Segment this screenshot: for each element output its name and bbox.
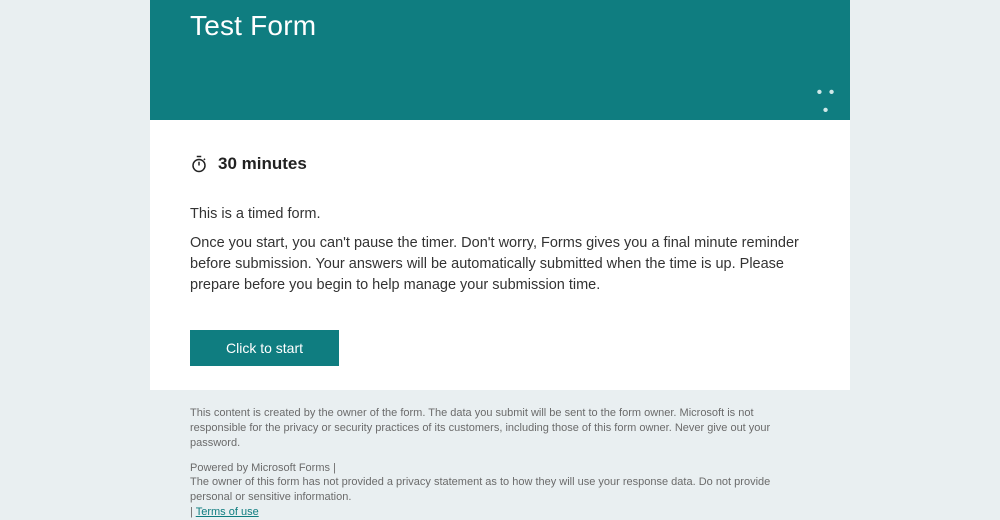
powered-by-label: Powered by Microsoft Forms: [190, 462, 330, 474]
stopwatch-icon: [190, 155, 208, 173]
timed-form-notice-1: This is a timed form.: [190, 204, 810, 225]
timed-form-notice-2: Once you start, you can't pause the time…: [190, 233, 810, 296]
more-options-button[interactable]: • • •: [812, 92, 840, 112]
form-title: Test Form: [190, 10, 810, 42]
form-footer: This content is created by the owner of …: [150, 390, 850, 520]
start-button[interactable]: Click to start: [190, 330, 339, 366]
pipe-divider: |: [333, 462, 336, 474]
form-body: 30 minutes This is a timed form. Once yo…: [150, 120, 850, 390]
more-icon: • • •: [812, 84, 840, 120]
form-header: Test Form • • •: [150, 0, 850, 120]
footer-powered-block: Powered by Microsoft Forms | The owner o…: [190, 461, 810, 520]
timer-duration-label: 30 minutes: [218, 154, 307, 174]
footer-privacy-notice: The owner of this form has not provided …: [190, 476, 770, 503]
terms-of-use-link[interactable]: Terms of use: [196, 506, 259, 518]
footer-disclaimer: This content is created by the owner of …: [190, 406, 810, 451]
form-page: Test Form • • • 30 minutes This is a tim…: [150, 0, 850, 520]
timer-section: 30 minutes: [190, 154, 810, 174]
